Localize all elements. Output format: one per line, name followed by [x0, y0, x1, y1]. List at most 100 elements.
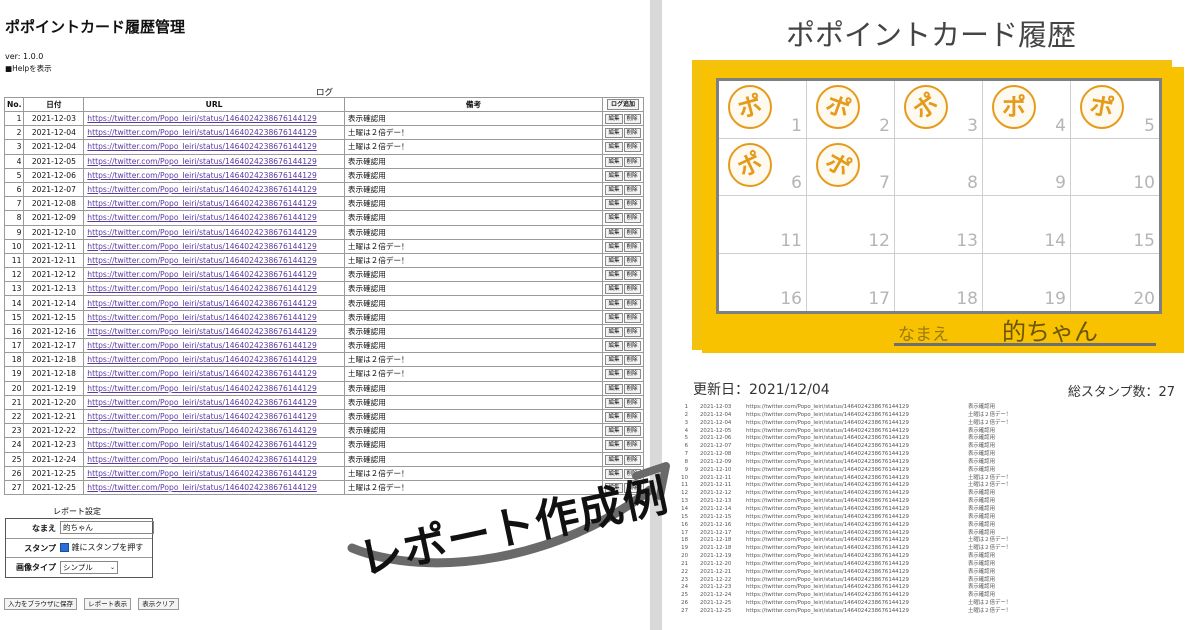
- edit-button[interactable]: 編集: [605, 440, 623, 451]
- edit-button[interactable]: 編集: [605, 454, 623, 465]
- help-toggle-link[interactable]: ■Helpを表示: [5, 63, 52, 74]
- edit-button[interactable]: 編集: [605, 397, 623, 408]
- delete-button[interactable]: 削除: [623, 142, 641, 153]
- row-url-link[interactable]: https://twitter.com/Popo_Ieiri/status/14…: [83, 295, 345, 311]
- cell-number: 11: [780, 230, 802, 251]
- edit-button[interactable]: 編集: [605, 383, 623, 394]
- report-row-no: 4: [684, 427, 688, 434]
- save-to-browser-button[interactable]: 入力をブラウザに保存: [4, 598, 77, 610]
- edit-button[interactable]: 編集: [605, 114, 623, 125]
- row-url-link[interactable]: https://twitter.com/Popo_Ieiri/status/14…: [83, 465, 345, 481]
- row-url-link[interactable]: https://twitter.com/Popo_Ieiri/status/14…: [83, 252, 345, 269]
- report-preview-panel: ポポイントカード履歴 ポ 1 ポ 2 ポ 3 ポ 4 ポ 5 ポ 6 ポ 7 8 9 10 11 12 13 14 15 1…: [662, 0, 1200, 630]
- edit-button[interactable]: 編集: [605, 241, 623, 252]
- cell-number: 4: [1055, 115, 1066, 136]
- row-url-link[interactable]: https://twitter.com/Popo_Ieiri/status/14…: [83, 479, 345, 496]
- row-url-link[interactable]: https://twitter.com/Popo_Ieiri/status/14…: [83, 309, 345, 325]
- image-type-select[interactable]: シンプル ⌄: [60, 561, 118, 574]
- delete-button[interactable]: 削除: [623, 270, 641, 281]
- delete-button[interactable]: 削除: [623, 255, 641, 266]
- edit-button[interactable]: 編集: [605, 142, 623, 153]
- stamp-checkbox[interactable]: [60, 543, 69, 552]
- edit-button[interactable]: 編集: [605, 213, 623, 224]
- row-url-link[interactable]: https://twitter.com/Popo_Ieiri/status/14…: [83, 423, 345, 439]
- edit-button[interactable]: 編集: [605, 185, 623, 196]
- delete-button[interactable]: 削除: [623, 170, 641, 181]
- delete-button[interactable]: 削除: [623, 227, 641, 238]
- row-url-link[interactable]: https://twitter.com/Popo_Ieiri/status/14…: [83, 451, 345, 467]
- row-url-link[interactable]: https://twitter.com/Popo_Ieiri/status/14…: [83, 352, 345, 368]
- row-date: 2021-12-18: [23, 352, 85, 368]
- row-actions: 編集 削除: [602, 210, 644, 226]
- row-url-link[interactable]: https://twitter.com/Popo_Ieiri/status/14…: [83, 394, 345, 410]
- delete-button[interactable]: 削除: [623, 355, 641, 366]
- delete-button[interactable]: 削除: [623, 284, 641, 295]
- report-row-no: 26: [681, 600, 688, 607]
- delete-button[interactable]: 削除: [623, 199, 641, 210]
- edit-button[interactable]: 編集: [605, 255, 623, 266]
- clear-display-button[interactable]: 表示クリア: [138, 598, 179, 610]
- report-row-no: 1: [684, 404, 688, 410]
- row-url-link[interactable]: https://twitter.com/Popo_Ieiri/status/14…: [83, 167, 345, 183]
- edit-button[interactable]: 編集: [605, 326, 623, 337]
- row-url-link[interactable]: https://twitter.com/Popo_Ieiri/status/14…: [83, 153, 345, 169]
- edit-button[interactable]: 編集: [605, 199, 623, 210]
- row-url-link[interactable]: https://twitter.com/Popo_Ieiri/status/14…: [83, 408, 345, 425]
- delete-button[interactable]: 削除: [623, 298, 641, 309]
- edit-button[interactable]: 編集: [605, 369, 623, 380]
- edit-button[interactable]: 編集: [605, 156, 623, 167]
- edit-button[interactable]: 編集: [605, 227, 623, 238]
- delete-button[interactable]: 削除: [623, 369, 641, 380]
- delete-button[interactable]: 削除: [623, 426, 641, 437]
- edit-button[interactable]: 編集: [605, 128, 623, 139]
- cell-number: 8: [967, 173, 978, 193]
- delete-button[interactable]: 削除: [623, 185, 641, 196]
- row-date: 2021-12-07: [23, 181, 85, 198]
- row-url-link[interactable]: https://twitter.com/Popo_Ieiri/status/14…: [83, 196, 345, 212]
- row-url-link[interactable]: https://twitter.com/Popo_Ieiri/status/14…: [83, 238, 345, 254]
- delete-button[interactable]: 削除: [623, 156, 641, 167]
- row-url-link[interactable]: https://twitter.com/Popo_Ieiri/status/14…: [83, 110, 345, 127]
- delete-button[interactable]: 削除: [623, 383, 641, 394]
- row-url-link[interactable]: https://twitter.com/Popo_Ieiri/status/14…: [83, 337, 345, 354]
- edit-button[interactable]: 編集: [605, 284, 623, 295]
- edit-button[interactable]: 編集: [605, 341, 623, 352]
- edit-button[interactable]: 編集: [605, 355, 623, 366]
- card-title: ポポイントカード履歴: [785, 18, 1076, 52]
- delete-button[interactable]: 削除: [623, 326, 641, 337]
- row-url-link[interactable]: https://twitter.com/Popo_Ieiri/status/14…: [83, 224, 345, 240]
- report-row-url: https://twitter.com/Popo_Ieiri/status/14…: [746, 482, 909, 489]
- row-url-link[interactable]: https://twitter.com/Popo_Ieiri/status/14…: [83, 267, 345, 283]
- edit-button[interactable]: 編集: [605, 270, 623, 281]
- row-url-link[interactable]: https://twitter.com/Popo_Ieiri/status/14…: [83, 323, 345, 340]
- show-report-button[interactable]: レポート表示: [84, 598, 132, 610]
- row-url-link[interactable]: https://twitter.com/Popo_Ieiri/status/14…: [83, 366, 345, 382]
- delete-button[interactable]: 削除: [623, 412, 641, 423]
- delete-button[interactable]: 削除: [623, 341, 641, 352]
- row-url-link[interactable]: https://twitter.com/Popo_Ieiri/status/14…: [83, 437, 345, 453]
- add-log-button[interactable]: ログ追加: [606, 99, 639, 111]
- edit-button[interactable]: 編集: [605, 170, 623, 181]
- edit-button[interactable]: 編集: [605, 298, 623, 309]
- delete-button[interactable]: 削除: [623, 128, 641, 139]
- row-url-link[interactable]: https://twitter.com/Popo_Ieiri/status/14…: [83, 181, 345, 198]
- row-url-link[interactable]: https://twitter.com/Popo_Ieiri/status/14…: [83, 125, 345, 141]
- row-actions: 編集 削除: [602, 337, 644, 354]
- row-url-link[interactable]: https://twitter.com/Popo_Ieiri/status/14…: [83, 210, 345, 226]
- edit-button[interactable]: 編集: [605, 312, 623, 323]
- edit-button[interactable]: 編集: [605, 412, 623, 423]
- row-url-link[interactable]: https://twitter.com/Popo_Ieiri/status/14…: [83, 380, 345, 396]
- delete-button[interactable]: 削除: [623, 440, 641, 451]
- row-url-link[interactable]: https://twitter.com/Popo_Ieiri/status/14…: [83, 281, 345, 297]
- delete-button[interactable]: 削除: [623, 312, 641, 323]
- delete-button[interactable]: 削除: [623, 213, 641, 224]
- delete-button[interactable]: 削除: [623, 114, 641, 125]
- row-no: 8: [3, 210, 25, 226]
- report-row-no: 17: [681, 529, 688, 536]
- row-note: 表示確認用: [343, 267, 604, 283]
- delete-button[interactable]: 削除: [623, 241, 641, 252]
- delete-button[interactable]: 削除: [623, 397, 641, 408]
- row-url-link[interactable]: https://twitter.com/Popo_Ieiri/status/14…: [83, 139, 345, 155]
- name-input[interactable]: 的ちゃん: [60, 521, 154, 534]
- edit-button[interactable]: 編集: [605, 426, 623, 437]
